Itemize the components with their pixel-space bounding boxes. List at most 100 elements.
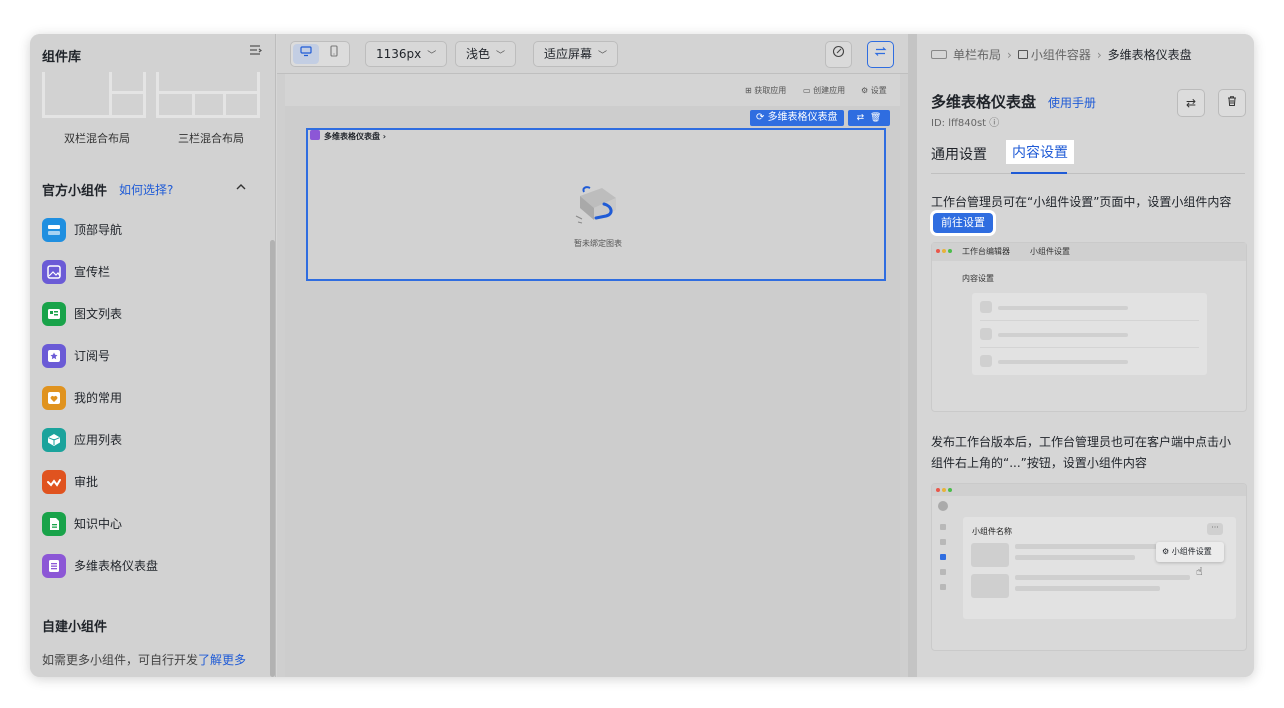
layout-thumbnails	[42, 72, 266, 120]
layout-dual-column-thumb[interactable]	[42, 72, 146, 118]
swap-icon	[874, 47, 887, 56]
widget-label: 订阅号	[74, 349, 111, 363]
empty-chart-illustration	[570, 182, 626, 236]
widget-header: 多维表格仪表盘 ›	[308, 130, 386, 144]
desktop-view-button[interactable]	[293, 44, 319, 64]
widget-label: 图文列表	[74, 307, 123, 321]
widget-item-approval[interactable]: 审批	[42, 468, 242, 494]
breadcrumb-current: 多维表格仪表盘	[1107, 48, 1192, 62]
table-icon	[310, 130, 320, 140]
image-icon	[42, 260, 66, 284]
app-window: 组件库 双栏混合布局 三栏混合布局 官方小组件 如何选择? 顶部导航 宣传栏 图…	[30, 34, 1254, 677]
theme-palette-button[interactable]	[825, 41, 852, 68]
widget-tag-icon: ⟳	[756, 112, 768, 123]
desktop-icon	[300, 46, 312, 57]
properties-panel: 单栏布局 › 小组件容器 › 多维表格仪表盘 多维表格仪表盘 使用手册 ID: lff8…	[917, 34, 1254, 677]
chevron-down-icon: ﹀	[598, 51, 608, 61]
widget-label: 应用列表	[74, 433, 123, 447]
user-manual-link[interactable]: 使用手册	[1048, 94, 1096, 111]
chevron-right-icon: ›	[380, 132, 387, 141]
layout-triple-column-thumb[interactable]	[156, 72, 260, 118]
learn-more-link[interactable]: 了解更多	[198, 653, 246, 667]
layout-label: 双栏混合布局	[64, 132, 130, 145]
layout-label: 三栏混合布局	[178, 132, 244, 145]
active-tab-indicator	[1011, 172, 1067, 174]
monitor-icon: ▭	[803, 86, 814, 95]
preview-skeleton-card	[972, 293, 1207, 375]
fit-select[interactable]: 适应屏幕 ﹀	[533, 41, 619, 67]
preview-card-title: 小组件名称	[972, 527, 1012, 536]
tab-general-settings[interactable]: 通用设置	[931, 144, 987, 164]
chevron-down-icon: ﹀	[496, 51, 506, 61]
tab-content-settings[interactable]: 内容设置	[1006, 140, 1074, 164]
panel-divider	[908, 34, 917, 677]
official-widgets-title: 官方小组件	[42, 184, 108, 199]
editor-toolbar: 1136px ﹀ 浅色 ﹀ 适应屏幕 ﹀	[277, 34, 908, 74]
widget-item-banner[interactable]: 宣传栏	[42, 258, 242, 284]
empty-state-text: 暂未绑定图表	[574, 239, 622, 248]
table-icon	[42, 554, 66, 578]
get-app-action[interactable]: ⊞ 获取应用	[745, 85, 786, 96]
widget-item-top-nav[interactable]: 顶部导航	[42, 216, 242, 242]
widget-item-app-list[interactable]: 应用列表	[42, 426, 242, 452]
widget-tag-tools: ⇄ 🗑	[848, 110, 890, 126]
preview-tab: 工作台编辑器	[962, 247, 1010, 256]
client-settings-hint: 发布工作台版本后，工作台管理员也可在客户端中点击小组件右上角的“...”按钮，设…	[931, 435, 1232, 470]
how-to-choose-link[interactable]: 如何选择?	[119, 181, 173, 198]
settings-action[interactable]: ⚙ 设置	[861, 85, 887, 96]
trash-icon[interactable]: 🗑	[870, 113, 881, 123]
widget-item-favorites[interactable]: 我的常用	[42, 384, 242, 410]
widget-id: ID: lff840st ⓘ	[931, 118, 1000, 129]
left-panel-scrollbar[interactable]	[270, 240, 275, 677]
swap-icon[interactable]: ⇄	[857, 113, 865, 123]
more-icon: ···	[1207, 523, 1223, 535]
nav-icon	[42, 218, 66, 242]
replace-widget-button[interactable]: ⇄	[1177, 89, 1205, 117]
device-toggle	[290, 41, 350, 67]
preview-menu: ⚙ 小组件设置	[1156, 542, 1224, 562]
delete-widget-button[interactable]	[1218, 89, 1246, 117]
widget-item-knowledge-center[interactable]: 知识中心	[42, 510, 242, 536]
settings-preview-image: 工作台编辑器 小组件设置 内容设置	[931, 242, 1247, 412]
panel-title: 组件库	[42, 50, 82, 65]
breadcrumb-item[interactable]: 小组件容器	[1031, 48, 1091, 62]
check-icon	[42, 470, 66, 494]
collapse-panel-icon[interactable]	[248, 43, 262, 57]
widget-label: 我的常用	[74, 391, 123, 405]
theme-select[interactable]: 浅色 ﹀	[455, 41, 517, 67]
widget-item-subscription[interactable]: 订阅号	[42, 342, 242, 368]
preview-widget-card: 小组件名称 ··· ⚙ 小组件设置 ☝	[963, 517, 1236, 619]
create-app-action[interactable]: ▭ 创建应用	[803, 85, 845, 96]
settings-tabs: 通用设置 内容设置	[931, 138, 1245, 174]
mobile-icon	[330, 45, 338, 57]
client-preview-image: 小组件名称 ··· ⚙ 小组件设置 ☝	[931, 483, 1247, 651]
gear-icon: ⚙	[861, 86, 871, 95]
widget-label: 多维表格仪表盘	[74, 559, 159, 573]
widget-label: 知识中心	[74, 517, 123, 531]
widget-label: 宣传栏	[74, 265, 111, 279]
mobile-view-button[interactable]	[321, 44, 347, 64]
preview-canvas: ⊞ 获取应用 ▭ 创建应用 ⚙ 设置 ⟳ 多维表格仪表盘 ⇄ 🗑 多维表格仪表盘…	[285, 74, 900, 677]
cube-icon	[42, 428, 66, 452]
heart-icon	[42, 386, 66, 410]
star-icon	[42, 344, 66, 368]
breadcrumb-item[interactable]: 单栏布局	[953, 48, 1001, 62]
chevron-up-icon[interactable]	[235, 178, 247, 193]
width-select[interactable]: 1136px ﹀	[365, 41, 448, 67]
swap-button[interactable]	[867, 41, 894, 68]
widget-item-bitable-dashboard[interactable]: 多维表格仪表盘	[42, 552, 242, 578]
selected-widget-tag[interactable]: ⟳ 多维表格仪表盘	[750, 110, 844, 126]
preview-heading: 内容设置	[962, 274, 994, 283]
component-library-panel: 组件库 双栏混合布局 三栏混合布局 官方小组件 如何选择? 顶部导航 宣传栏 图…	[30, 34, 276, 677]
trash-icon	[1228, 96, 1236, 106]
custom-widgets-title: 自建小组件	[42, 620, 108, 635]
canvas-header: ⊞ 获取应用 ▭ 创建应用 ⚙ 设置	[285, 74, 900, 106]
selected-widget[interactable]: 多维表格仪表盘 › 暂未绑定图表	[306, 128, 886, 281]
info-icon[interactable]: ⓘ	[989, 118, 999, 129]
avatar	[938, 501, 948, 511]
widget-item-image-text-list[interactable]: 图文列表	[42, 300, 242, 326]
chevron-down-icon: ﹀	[427, 51, 437, 61]
breadcrumb: 单栏布局 › 小组件容器 › 多维表格仪表盘	[931, 46, 1192, 63]
list-icon	[42, 302, 66, 326]
goto-settings-button[interactable]: 前往设置	[933, 213, 993, 233]
